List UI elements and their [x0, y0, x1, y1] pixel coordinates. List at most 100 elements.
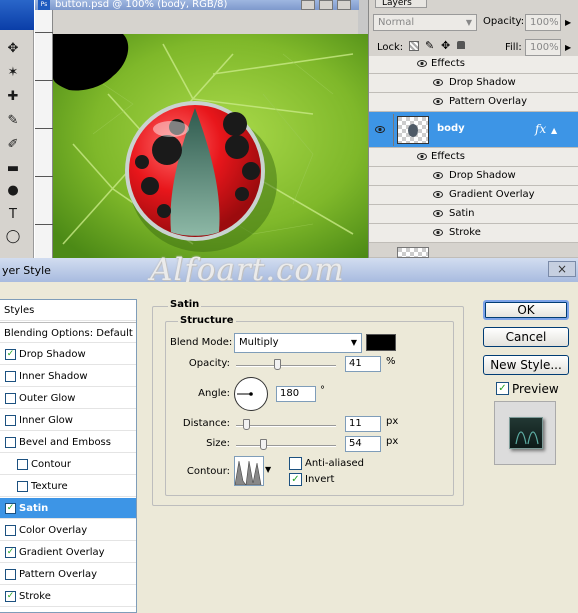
layers-tab[interactable]: Layers [375, 0, 427, 8]
inner-glow-checkbox[interactable] [5, 415, 16, 426]
color-overlay-checkbox[interactable] [5, 525, 16, 536]
expand-arrow-icon[interactable]: ▲ [551, 126, 557, 135]
size-slider-track[interactable] [236, 445, 336, 447]
drop-shadow-checkbox[interactable]: ✓ [5, 349, 16, 360]
brush-tool-icon[interactable]: ✎ [2, 110, 24, 130]
satin-checkbox[interactable]: ✓ [5, 503, 16, 514]
style-item-bevel-emboss[interactable]: Bevel and Emboss [0, 432, 136, 453]
style-item-satin[interactable]: ✓ Satin [0, 498, 136, 519]
invert-checkbox[interactable]: ✓ [289, 473, 302, 486]
satin-color-swatch[interactable] [366, 334, 396, 351]
opacity-input[interactable]: 41 [345, 356, 381, 372]
eye-icon[interactable] [417, 59, 427, 68]
style-item-gradient-overlay[interactable]: ✓ Gradient Overlay [0, 542, 136, 563]
layer-effect-row[interactable]: Drop Shadow [369, 167, 578, 186]
style-item-contour[interactable]: Contour [0, 454, 136, 475]
gradient-overlay-checkbox[interactable]: ✓ [5, 547, 16, 558]
eye-icon[interactable] [433, 190, 443, 199]
cancel-button[interactable]: Cancel [483, 327, 569, 347]
style-item-inner-glow[interactable]: Inner Glow [0, 410, 136, 431]
pattern-overlay-checkbox[interactable] [5, 569, 16, 580]
lock-pixels-icon[interactable]: ✎ [425, 39, 434, 52]
gradient-tool-icon[interactable]: ▬ [2, 158, 24, 178]
eye-icon[interactable] [433, 171, 443, 180]
window-close-icon[interactable] [337, 0, 351, 10]
move-tool-icon[interactable]: ✥ [2, 38, 24, 58]
layer-opacity-field[interactable]: 100% [525, 14, 561, 31]
inner-shadow-checkbox[interactable] [5, 371, 16, 382]
layer-effect-label: Drop Shadow [449, 77, 516, 88]
burn-tool-icon[interactable]: ● [2, 180, 24, 200]
eye-icon[interactable] [433, 209, 443, 218]
toolbox: ✥ ✶ ✚ ✎ ✐ ▬ ● T ◯ [0, 0, 34, 258]
fx-icon[interactable]: fx [535, 122, 546, 136]
ok-button[interactable]: OK [483, 300, 569, 320]
contour-dropdown-icon[interactable]: ▼ [265, 465, 271, 474]
distance-slider-track[interactable] [236, 425, 336, 427]
layer-effect-row[interactable]: Pattern Overlay [369, 93, 578, 112]
outer-glow-checkbox[interactable] [5, 393, 16, 404]
style-item-drop-shadow[interactable]: ✓ Drop Shadow [0, 344, 136, 365]
dialog-close-icon[interactable]: × [548, 261, 576, 277]
style-item-pattern-overlay[interactable]: Pattern Overlay [0, 564, 136, 585]
layer-effect-row[interactable]: Stroke [369, 224, 578, 243]
contour-preview[interactable] [234, 456, 264, 486]
style-item-inner-shadow[interactable]: Inner Shadow [0, 366, 136, 387]
layer-fill-field[interactable]: 100% [525, 39, 561, 56]
maximize-icon[interactable] [319, 0, 333, 10]
vertical-ruler [35, 10, 53, 258]
blend-mode-value: Multiply [239, 337, 279, 348]
ellipse-tool-icon[interactable]: ◯ [2, 226, 24, 246]
angle-dial[interactable] [234, 377, 268, 411]
lock-position-icon[interactable]: ✥ [441, 39, 450, 52]
new-style-button[interactable]: New Style... [483, 355, 569, 375]
photoshop-app-icon: Ps [38, 0, 50, 10]
style-item-color-overlay[interactable]: Color Overlay [0, 520, 136, 541]
distance-input[interactable]: 11 [345, 416, 381, 432]
layer-row-body[interactable]: body fx ▲ [369, 112, 578, 148]
style-item-stroke[interactable]: ✓ Stroke [0, 586, 136, 607]
style-item-outer-glow[interactable]: Outer Glow [0, 388, 136, 409]
blending-options-item[interactable]: Blending Options: Default [0, 322, 136, 343]
document-canvas[interactable] [53, 34, 369, 258]
texture-checkbox[interactable] [17, 481, 28, 492]
layers-tab-label: Layers [382, 0, 412, 8]
ok-button-label: OK [517, 303, 535, 317]
contour-checkbox[interactable] [17, 459, 28, 470]
layer-effects-row[interactable]: Effects [369, 56, 578, 74]
layer-row-next[interactable] [369, 243, 578, 258]
opacity-arrow-icon[interactable]: ▶ [565, 18, 571, 27]
layer-effects-row[interactable]: Effects [369, 148, 578, 167]
healing-brush-icon[interactable]: ✚ [2, 86, 24, 106]
lock-transparency-icon[interactable] [409, 41, 419, 51]
distance-slider-thumb[interactable] [243, 419, 250, 430]
angle-input[interactable]: 180 [276, 386, 316, 402]
layer-effect-label: Drop Shadow [449, 170, 516, 181]
anti-aliased-checkbox[interactable] [289, 457, 302, 470]
layer-effect-row[interactable]: Drop Shadow [369, 74, 578, 93]
size-slider-thumb[interactable] [260, 439, 267, 450]
preview-checkbox[interactable]: ✓ [496, 382, 509, 395]
magic-wand-icon[interactable]: ✶ [2, 62, 24, 82]
bevel-emboss-checkbox[interactable] [5, 437, 16, 448]
eye-icon[interactable] [417, 152, 427, 161]
eye-icon[interactable] [433, 97, 443, 106]
styles-header-item[interactable]: Styles [0, 300, 136, 321]
stroke-checkbox[interactable]: ✓ [5, 591, 16, 602]
lock-all-icon[interactable] [457, 41, 465, 49]
layer-effect-row[interactable]: Gradient Overlay [369, 186, 578, 205]
eye-icon[interactable] [375, 125, 385, 134]
opacity-slider-thumb[interactable] [274, 359, 281, 370]
blend-mode-select[interactable]: Multiply ▼ [234, 333, 362, 353]
eye-icon[interactable] [433, 228, 443, 237]
layer-effect-row[interactable]: Satin [369, 205, 578, 224]
layer-blend-mode-dropdown[interactable]: Normal ▼ [373, 14, 477, 31]
fill-arrow-icon[interactable]: ▶ [565, 43, 571, 52]
eye-icon[interactable] [433, 78, 443, 87]
size-input[interactable]: 54 [345, 436, 381, 452]
opacity-slider-track[interactable] [236, 365, 336, 367]
type-tool-icon[interactable]: T [2, 204, 24, 224]
minimize-icon[interactable] [301, 0, 315, 10]
style-item-texture[interactable]: Texture [0, 476, 136, 497]
history-brush-icon[interactable]: ✐ [2, 134, 24, 154]
